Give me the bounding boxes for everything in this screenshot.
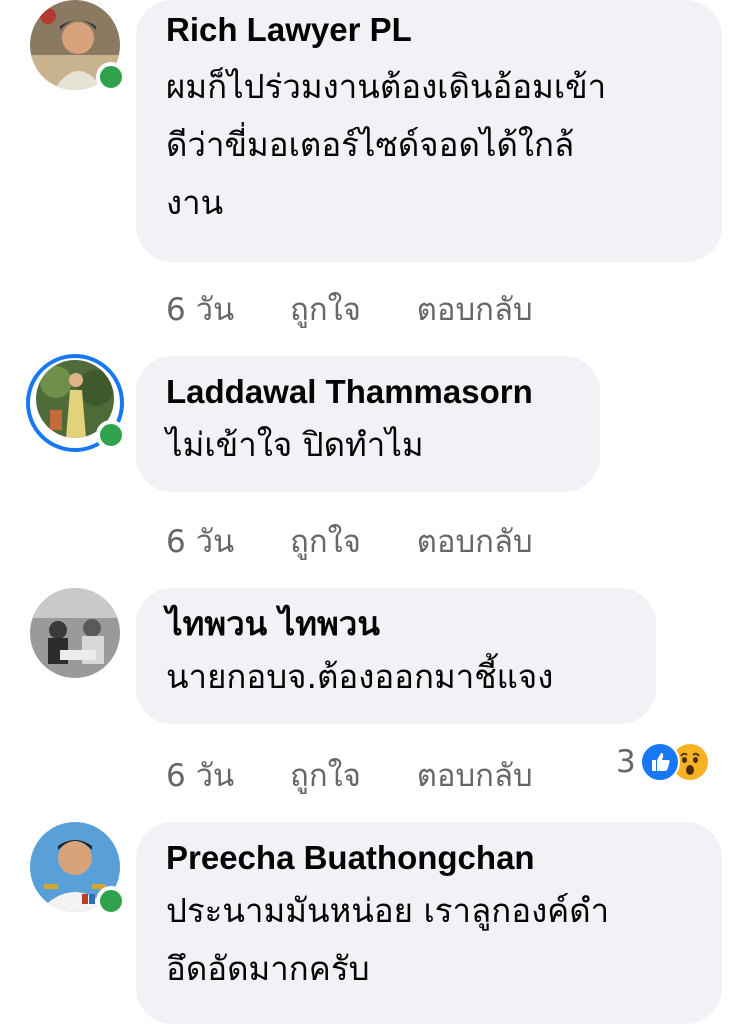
reply-button[interactable]: ตอบกลับ <box>417 750 533 800</box>
comment-bubble[interactable]: Laddawal Thammasorn ไม่เข้าใจ ปิดทำไม <box>136 356 600 492</box>
online-status-indicator <box>96 420 126 450</box>
comment-text-line: อึดอัดมากครับ <box>166 949 370 988</box>
comment-author[interactable]: Laddawal Thammasorn <box>166 372 570 412</box>
comment-author[interactable]: Preecha Buathongchan <box>166 838 692 878</box>
comment-time[interactable]: 6 วัน <box>166 516 234 566</box>
avatar[interactable] <box>30 588 120 678</box>
comment-author[interactable]: ไทพวน ไทพวน <box>166 604 626 644</box>
comment-text: ไม่เข้าใจ ปิดทำไม <box>166 416 570 474</box>
comment-bubble[interactable]: ไทพวน ไทพวน นายกอบจ.ต้องออกมาชี้แจง <box>136 588 656 724</box>
comment-bubble[interactable]: Rich Lawyer PL ผมก็ไปร่วมงานต้องเดินอ้อม… <box>136 0 722 262</box>
like-button[interactable]: ถูกใจ <box>290 750 361 800</box>
comment-actions: 6 วัน ถูกใจ ตอบกลับ <box>166 750 533 800</box>
comment-text-line: นายกอบจ.ต้องออกมาชี้แจง <box>166 657 554 696</box>
reply-button[interactable]: ตอบกลับ <box>417 516 533 566</box>
comment-actions: 6 วัน ถูกใจ ตอบกลับ <box>166 516 533 566</box>
comment-text-line: งาน <box>166 183 224 222</box>
comment-text: ประนามมันหน่อย เราลูกองค์ดำ อึดอัดมากครั… <box>166 882 692 998</box>
comment-text-line: ไม่เข้าใจ ปิดทำไม <box>166 425 424 464</box>
comment-time[interactable]: 6 วัน <box>166 750 234 800</box>
avatar-photo <box>30 588 120 678</box>
like-icon <box>639 742 680 782</box>
comment-text-line: ผมก็ไปร่วมงานต้องเดินอ้อมเข้า <box>166 67 607 106</box>
online-status-indicator <box>96 886 126 916</box>
comment-text-line: ดีว่าขี่มอเตอร์ไซด์จอดได้ใกล้ <box>166 125 575 164</box>
comment-text-line: ประนามมันหน่อย เราลูกองค์ดำ <box>166 891 610 930</box>
comment-time[interactable]: 6 วัน <box>166 284 234 334</box>
reaction-summary[interactable]: 3 <box>616 742 710 782</box>
reply-button[interactable]: ตอบกลับ <box>417 284 533 334</box>
like-button[interactable]: ถูกใจ <box>290 284 361 334</box>
comment-author[interactable]: Rich Lawyer PL <box>166 10 692 50</box>
comment-bubble[interactable]: Preecha Buathongchan ประนามมันหน่อย เราล… <box>136 822 722 1024</box>
comment-text: ผมก็ไปร่วมงานต้องเดินอ้อมเข้า ดีว่าขี่มอ… <box>166 58 692 232</box>
reaction-count: 3 <box>616 744 636 780</box>
like-button[interactable]: ถูกใจ <box>290 516 361 566</box>
comment-actions: 6 วัน ถูกใจ ตอบกลับ <box>166 284 533 334</box>
online-status-indicator <box>96 62 126 92</box>
comment-text: นายกอบจ.ต้องออกมาชี้แจง <box>166 648 626 706</box>
